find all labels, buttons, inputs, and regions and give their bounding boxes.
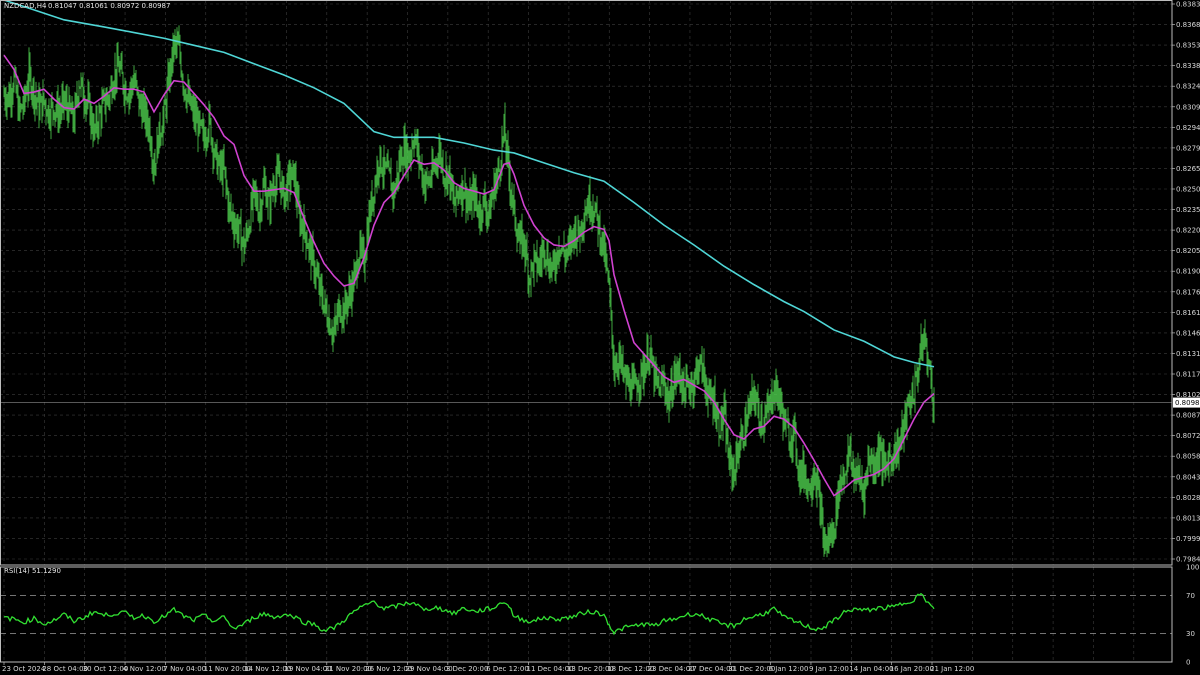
symbol-label: NZDCAD,H4 xyxy=(4,2,47,10)
rsi-tick-label: 0 xyxy=(1186,659,1190,667)
price-chart[interactable]: 0.83835 0.83685 0.83535 0.83385 0.83240 0.830… xyxy=(0,0,1200,675)
y-tick-label: 0.83090 xyxy=(1176,103,1200,111)
y-tick-label: 0.80285 xyxy=(1176,494,1200,502)
y-tick-label: 0.79990 xyxy=(1176,535,1200,543)
current-price-label: 0.80987 xyxy=(1175,399,1200,407)
x-tick-label: 23 Oct 2024 xyxy=(2,665,46,673)
chart-background xyxy=(0,0,1200,675)
y-tick-label: 0.82945 xyxy=(1176,124,1200,132)
rsi-label: RSI(14) 51.1290 xyxy=(4,567,61,575)
y-tick-label: 0.83835 xyxy=(1176,1,1200,9)
x-tick-label: 16 Jan 20:00 xyxy=(890,665,934,673)
y-tick-label: 0.81465 xyxy=(1176,329,1200,337)
y-tick-label: 0.83240 xyxy=(1176,83,1200,91)
x-tick-label: 30 Oct 12:00 xyxy=(83,665,129,673)
x-tick-label: 28 Oct 04:00 xyxy=(42,665,88,673)
y-tick-label: 0.80875 xyxy=(1176,412,1200,420)
y-tick-label: 0.80725 xyxy=(1176,432,1200,440)
y-tick-label: 0.82200 xyxy=(1176,227,1200,235)
y-tick-label: 0.80135 xyxy=(1176,514,1200,522)
y-tick-label: 0.83685 xyxy=(1176,21,1200,29)
y-tick-label: 0.81905 xyxy=(1176,268,1200,276)
x-tick-label: 9 Jan 12:00 xyxy=(809,665,849,673)
y-tick-label: 0.82055 xyxy=(1176,247,1200,255)
y-tick-label: 0.81760 xyxy=(1176,288,1200,296)
x-tick-label: 6 Dec 12:00 xyxy=(486,665,529,673)
y-tick-label: 0.82650 xyxy=(1176,165,1200,173)
y-tick-label: 0.80430 xyxy=(1176,473,1200,481)
x-tick-label: 6 Jan 12:00 xyxy=(769,665,809,673)
x-tick-label: 3 Dec 20:00 xyxy=(446,665,489,673)
y-tick-label: 0.82795 xyxy=(1176,144,1200,152)
x-tick-label: 7 Nov 04:00 xyxy=(163,665,206,673)
rsi-tick-label: 70 xyxy=(1186,592,1195,600)
y-tick-label: 0.83385 xyxy=(1176,62,1200,70)
y-tick-label: 0.82500 xyxy=(1176,186,1200,194)
x-tick-label: 14 Jan 04:00 xyxy=(849,665,893,673)
rsi-tick-label: 100 xyxy=(1186,564,1199,572)
y-tick-label: 0.82350 xyxy=(1176,206,1200,214)
y-tick-label: 0.81315 xyxy=(1176,350,1200,358)
ohlc-values: 0.81047 0.81061 0.80972 0.80987 xyxy=(48,2,170,10)
y-tick-label: 0.79840 xyxy=(1176,556,1200,564)
y-tick-label: 0.81170 xyxy=(1176,371,1200,379)
y-tick-label: 0.83535 xyxy=(1176,42,1200,50)
y-tick-label: 0.80580 xyxy=(1176,453,1200,461)
x-tick-label: 21 Jan 12:00 xyxy=(930,665,974,673)
x-tick-label: 4 Nov 12:00 xyxy=(123,665,166,673)
rsi-tick-label: 30 xyxy=(1186,630,1195,638)
y-tick-label: 0.81610 xyxy=(1176,309,1200,317)
